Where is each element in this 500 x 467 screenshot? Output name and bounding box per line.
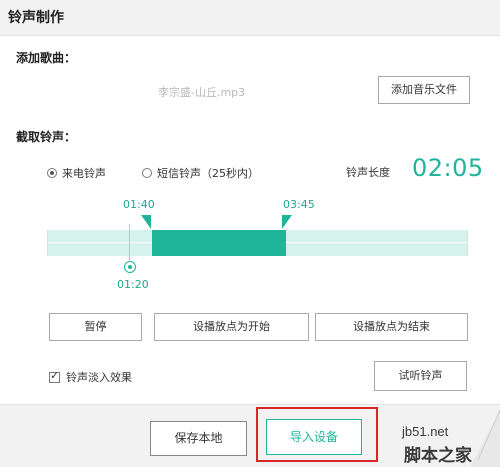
pause-button[interactable]: 暂停 — [49, 313, 142, 341]
playhead-line — [129, 224, 130, 262]
import-device-label: 导入设备 — [289, 430, 338, 444]
selected-file-name: 李宗盛-山丘.mp3 — [158, 86, 246, 99]
save-local-button[interactable]: 保存本地 — [150, 421, 247, 456]
set-start-button-label: 设播放点为开始 — [193, 320, 270, 333]
title-bar: 铃声制作 — [0, 0, 500, 36]
preview-ringtone-button[interactable]: 试听铃声 — [374, 361, 467, 391]
watermark-url: jb51.net — [402, 424, 449, 439]
add-music-file-label: 添加音乐文件 — [391, 83, 457, 96]
save-local-label: 保存本地 — [174, 431, 223, 445]
end-marker-handle[interactable] — [282, 215, 292, 229]
radio-sms-ringtone-label: 短信铃声（25秒内） — [157, 167, 259, 180]
radio-sms-ringtone-dot — [142, 168, 152, 178]
start-marker-handle[interactable] — [141, 215, 151, 229]
radio-call-ringtone[interactable]: 来电铃声 — [47, 165, 106, 181]
window-title: 铃声制作 — [8, 10, 64, 26]
set-end-button-label: 设播放点为结束 — [353, 320, 430, 333]
set-start-button[interactable]: 设播放点为开始 — [154, 313, 309, 341]
timeline-track[interactable] — [47, 230, 468, 256]
end-time-label: 03:45 — [283, 198, 315, 211]
watermark-logo-text: 脚本之家 — [404, 446, 472, 466]
preview-ringtone-label: 试听铃声 — [398, 369, 443, 382]
cut-ringtone-label: 截取铃声： — [16, 130, 77, 144]
playhead-handle[interactable] — [124, 261, 136, 273]
pause-button-label: 暂停 — [84, 320, 107, 333]
check-mark-icon: ✓ — [50, 368, 60, 382]
set-end-button[interactable]: 设播放点为结束 — [315, 313, 468, 341]
ringtone-length-label: 铃声长度 — [346, 166, 390, 179]
playhead-time-label: 01:20 — [117, 278, 149, 291]
import-device-button[interactable]: 导入设备 — [266, 419, 362, 455]
add-song-label: 添加歌曲： — [16, 51, 77, 65]
radio-call-ringtone-label: 来电铃声 — [62, 167, 106, 180]
fade-in-checkbox-box: ✓ — [49, 368, 60, 383]
start-time-label: 01:40 — [123, 198, 155, 211]
add-music-file-button[interactable]: 添加音乐文件 — [378, 76, 470, 104]
fade-in-label: 铃声淡入效果 — [66, 371, 132, 384]
selected-range[interactable] — [152, 230, 286, 256]
radio-call-ringtone-dot — [47, 168, 57, 178]
ringtone-length-value: 02:05 — [412, 154, 484, 182]
page-curl-icon — [470, 409, 500, 467]
fade-in-checkbox[interactable]: ✓ 铃声淡入效果 — [49, 369, 132, 385]
radio-sms-ringtone[interactable]: 短信铃声（25秒内） — [142, 165, 259, 181]
